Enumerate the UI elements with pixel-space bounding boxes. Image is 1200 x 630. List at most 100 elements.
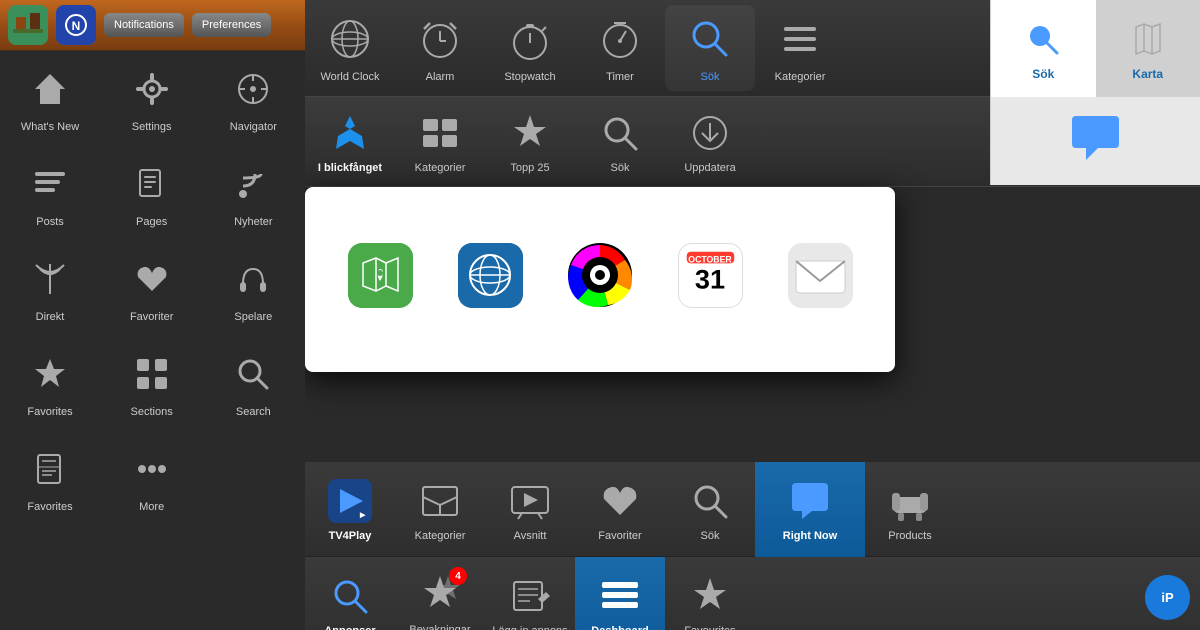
colorwheel-popup-btn[interactable]: [568, 243, 633, 316]
stopwatch-icon-btn[interactable]: Stopwatch: [485, 5, 575, 91]
mail-popup-icon: [788, 243, 853, 308]
uppdatera-btn[interactable]: Uppdatera: [665, 97, 755, 189]
sidebar-item-sections[interactable]: Sections: [102, 335, 202, 430]
timer-icon: [594, 13, 646, 65]
right-now-btn[interactable]: Right Now: [755, 462, 865, 557]
annonser-row: Annonser 4 Bevakningar: [305, 557, 1200, 630]
maps-popup-btn[interactable]: [348, 243, 413, 316]
favoriter2-btn[interactable]: Favoriter: [575, 462, 665, 557]
colorwheel-popup-icon: [568, 243, 633, 308]
sidebar-item-navigator[interactable]: Navigator: [203, 50, 303, 145]
svg-text:▶: ▶: [359, 512, 366, 519]
sok-tab[interactable]: Sök: [991, 0, 1096, 97]
more-icon: [126, 443, 178, 495]
sidebar-item-more[interactable]: More: [102, 430, 202, 525]
bevakningar-btn[interactable]: 4 Bevakningar: [395, 557, 485, 630]
headphone-icon: [227, 253, 279, 305]
settings-icon: [126, 63, 178, 115]
bevakningar-badge: 4: [449, 567, 467, 585]
sidebar-item-direkt[interactable]: Direkt: [0, 240, 100, 335]
globe-popup-icon: [458, 243, 523, 308]
spotlight-icon: [326, 109, 374, 157]
search-icon-left: [227, 348, 279, 400]
alarm-icon-btn[interactable]: Alarm: [395, 5, 485, 91]
search3-icon: [686, 477, 734, 525]
sok-top-btn[interactable]: Sök: [665, 5, 755, 91]
book-icon: [24, 443, 76, 495]
notifications-button[interactable]: Notifications: [104, 13, 184, 37]
i-blickfanget-btn[interactable]: I blickfånget: [305, 97, 395, 189]
grid-icon: [126, 348, 178, 400]
chat-panel: [991, 97, 1200, 182]
dashboard-btn[interactable]: Dashboard: [575, 557, 665, 630]
kategorier3-btn[interactable]: Kategorier: [395, 462, 485, 557]
grid2-icon: [416, 109, 464, 157]
bevakningar-wrapper: 4: [418, 572, 462, 616]
sidebar-item-whats-new[interactable]: What's New: [0, 50, 100, 145]
search2-icon: [596, 109, 644, 157]
sidebar-item-favoriter[interactable]: Favoriter: [102, 240, 202, 335]
search-top-icon: [684, 13, 736, 65]
chat-bubble-icon: [786, 477, 834, 525]
dashboard-icon: [596, 572, 644, 620]
sidebar-item-search[interactable]: Search: [203, 335, 303, 430]
stopwatch-icon: [504, 13, 556, 65]
products-btn[interactable]: Products: [865, 462, 955, 557]
right-panel: Sök Karta: [990, 0, 1200, 185]
svg-text:N: N: [72, 19, 81, 33]
star-icon: [24, 348, 76, 400]
download-icon: [686, 109, 734, 157]
left-nav-grid: What's New Settings: [0, 50, 305, 525]
sok3-btn[interactable]: Sök: [665, 462, 755, 557]
sidebar-item-posts[interactable]: Posts: [0, 145, 100, 240]
tv4play-btn[interactable]: ▶ TV4Play: [305, 462, 395, 557]
ip-logo[interactable]: iP: [1145, 575, 1190, 620]
sok2-btn[interactable]: Sök: [575, 97, 665, 189]
couch-icon: [886, 477, 934, 525]
globe-popup-btn[interactable]: [458, 243, 523, 316]
tv4play-row: ▶ TV4Play Kategorier: [305, 462, 1200, 557]
kategorier2-btn[interactable]: Kategorier: [395, 97, 485, 189]
home-icon: [24, 63, 76, 115]
wood-app-1[interactable]: [8, 5, 48, 45]
screen: N Notifications Preferences What's New: [0, 0, 1200, 630]
sidebar-item-settings[interactable]: Settings: [102, 50, 202, 145]
star3-icon: [686, 572, 734, 620]
hamburger-icon: [774, 13, 826, 65]
world-clock-icon[interactable]: World Clock: [305, 5, 395, 91]
sidebar-item-spelare[interactable]: Spelare: [203, 240, 303, 335]
box-icon: [416, 477, 464, 525]
sidebar-item-favorites2[interactable]: Favorites: [0, 430, 100, 525]
heart2-icon: [596, 477, 644, 525]
sidebar-item-pages[interactable]: Pages: [102, 145, 202, 240]
topp25-btn[interactable]: Topp 25: [485, 97, 575, 189]
sidebar-item-nyheter[interactable]: Nyheter: [203, 145, 303, 240]
calendar-popup-btn[interactable]: OCTOBER 31: [678, 243, 743, 316]
wood-app-2[interactable]: N: [56, 5, 96, 45]
favourites-btn[interactable]: Favourites: [665, 557, 755, 630]
timer-icon-btn[interactable]: Timer: [575, 5, 665, 91]
rss-icon: [227, 158, 279, 210]
edit-icon: [506, 572, 554, 620]
kategorier-top-btn[interactable]: Kategorier: [755, 5, 845, 91]
left-panel: N Notifications Preferences What's New: [0, 0, 305, 630]
preferences-button[interactable]: Preferences: [192, 13, 271, 37]
karta-icon: [1125, 17, 1170, 62]
popup-overlay: OCTOBER 31: [305, 187, 895, 372]
karta-tab[interactable]: Karta: [1096, 0, 1200, 97]
maps-popup-icon: [348, 243, 413, 308]
annonser-btn[interactable]: Annonser: [305, 557, 395, 630]
antenna-icon: [24, 253, 76, 305]
tv4play-icon: ▶: [326, 477, 374, 525]
wood-bar: N Notifications Preferences: [0, 0, 305, 50]
mail-popup-btn[interactable]: [788, 243, 853, 316]
calendar-popup-icon: OCTOBER 31: [678, 243, 743, 308]
heart-icon: [126, 253, 178, 305]
avsnitt-btn[interactable]: Avsnitt: [485, 462, 575, 557]
svg-text:31: 31: [694, 264, 724, 295]
lagg-in-annons-btn[interactable]: Lägg in annons: [485, 557, 575, 630]
globe-clock-icon: [324, 13, 376, 65]
posts-icon: [24, 158, 76, 210]
sidebar-item-favorites[interactable]: Favorites: [0, 335, 100, 430]
search-map-tabs: Sök Karta: [991, 0, 1200, 97]
